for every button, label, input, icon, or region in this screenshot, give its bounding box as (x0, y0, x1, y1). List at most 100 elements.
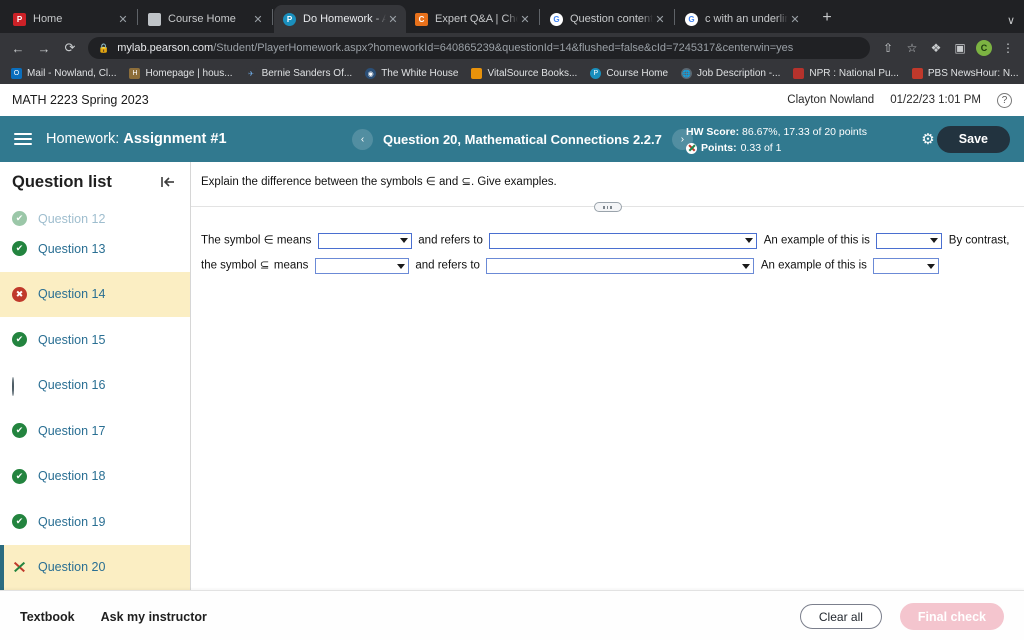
status-badge-correct: ✔ (12, 423, 27, 439)
main-body: Question list ✔ Question 12 ✔ Question 1… (0, 162, 1024, 602)
status-badge-correct: ✔ (12, 211, 27, 226)
tab-divider (674, 8, 675, 25)
browser-chrome: P Home ✕ Course Home ✕ P Do Homework - A… (0, 0, 1024, 84)
tab-label: Home (33, 12, 63, 25)
url-text: mylab.pearson.com/Student/PlayerHomework… (117, 41, 793, 55)
pearson-icon: P (590, 68, 602, 79)
gear-icon[interactable]: ⚙ (918, 129, 938, 149)
side-panel-icon[interactable]: ▣ (950, 38, 970, 58)
help-icon[interactable]: ? (997, 92, 1012, 108)
bookmark-white-house[interactable]: ◉ The White House (360, 68, 463, 80)
points-label: Points: (701, 141, 737, 154)
points-line: Points: 0.33 of 1 (686, 142, 867, 156)
bookmark-bernie-sanders[interactable]: ✈ Bernie Sanders Of... (241, 68, 358, 80)
bookmark-star-icon[interactable]: ☆ (902, 38, 922, 58)
bookmark-homepage-house[interactable]: H Homepage | hous... (124, 68, 237, 80)
reload-button[interactable]: ⟳ (58, 36, 82, 60)
clear-all-button[interactable]: Clear all (799, 604, 882, 629)
dropdown-2[interactable] (489, 232, 758, 249)
dropdown-1[interactable] (317, 232, 412, 249)
sidebar-item-question-17[interactable]: ✔ Question 17 (0, 408, 190, 454)
tab-label: c with an underline - Google (705, 12, 788, 25)
browser-tab-question-content-area[interactable]: G Question content area bottom ✕ (541, 5, 673, 33)
address-bar[interactable]: 🔒 mylab.pearson.com/Student/PlayerHomewo… (88, 37, 870, 59)
sidebar-item-question-14[interactable]: ✖ Question 14 (0, 271, 190, 317)
assignment-title: Homework: Assignment #1 (46, 131, 227, 147)
status-badge-incorrect: ✖ (12, 286, 27, 302)
check-icon: ✔ (12, 468, 27, 484)
dropdown-5[interactable] (486, 258, 755, 275)
share-icon[interactable]: ⇧ (878, 38, 898, 58)
panel-resize-handle[interactable] (593, 202, 622, 212)
avatar[interactable]: C (974, 38, 994, 58)
answer-text-6: and refers to (415, 259, 480, 272)
question-prompt: Explain the difference between the symbo… (201, 176, 557, 188)
close-icon[interactable]: ✕ (653, 12, 667, 26)
answer-text-5: means (273, 259, 309, 272)
pinterest-icon: P (13, 12, 26, 26)
chevron-down-icon (395, 260, 407, 272)
browser-tab-c-with-underline[interactable]: G c with an underline - Google ✕ (676, 5, 808, 33)
previous-question-button[interactable]: ‹ (352, 128, 373, 150)
sidebar-item-question-16[interactable]: Question 16 (0, 363, 190, 409)
textbook-link[interactable]: Textbook (20, 610, 75, 624)
chevron-down-icon (925, 260, 937, 272)
answer-text-2: and refers to (418, 234, 483, 247)
close-icon[interactable]: ✕ (386, 12, 400, 26)
dropdown-6[interactable] (873, 258, 940, 275)
back-button[interactable]: ← (6, 36, 30, 60)
bookmark-mail-nowland[interactable]: O Mail - Nowland, Cl... (6, 68, 121, 80)
bookmark-pbs-newshour[interactable]: PBS NewsHour: N... (907, 68, 1024, 80)
collapse-panel-icon[interactable] (160, 175, 176, 189)
status-badge-correct: ✔ (12, 468, 27, 484)
check-icon: ✔ (12, 241, 27, 257)
browser-omnibar: ← → ⟳ 🔒 mylab.pearson.com/Student/Player… (0, 33, 1024, 63)
browser-tab-course-home[interactable]: Course Home ✕ (139, 5, 271, 33)
close-icon[interactable]: ✕ (251, 12, 265, 26)
dropdown-3[interactable] (876, 232, 943, 249)
browser-tab-chegg[interactable]: C Expert Q&A | Chegg.com ✕ (406, 5, 538, 33)
hamburger-menu-icon[interactable] (14, 133, 32, 145)
sidebar-item-label: Question 18 (38, 469, 106, 484)
sidebar-item-question-19[interactable]: ✔ Question 19 (0, 499, 190, 545)
sidebar-item-question-18[interactable]: ✔ Question 18 (0, 454, 190, 500)
google-icon: G (550, 12, 563, 26)
browser-tab-do-homework[interactable]: P Do Homework - Assignment #1 ✕ (274, 5, 406, 33)
bookmark-job-description[interactable]: 🌐 Job Description -... (676, 68, 785, 80)
close-icon[interactable]: ✕ (116, 12, 130, 26)
bookmark-label: PBS NewsHour: N... (927, 67, 1019, 79)
browser-menu-icon[interactable]: ⋮ (998, 38, 1018, 58)
question-content-area: Explain the difference between the symbo… (191, 162, 1024, 602)
chevron-down-icon (743, 235, 755, 247)
partial-credit-icon (686, 142, 697, 154)
save-button[interactable]: Save (936, 125, 1010, 153)
sidebar-item-question-12[interactable]: ✔ Question 12 (0, 204, 190, 226)
sidebar-item-question-20[interactable]: Question 20 (0, 544, 190, 590)
status-badge-partial (12, 560, 27, 575)
sidebar-item-question-13[interactable]: ✔ Question 13 (0, 226, 190, 272)
close-icon[interactable]: ✕ (788, 12, 802, 26)
new-tab-button[interactable]: + (814, 5, 840, 31)
footer-bar: Textbook Ask my instructor Clear all Fin… (0, 590, 1024, 640)
document-icon (148, 12, 161, 26)
bookmark-vitalsource[interactable]: VitalSource Books... (466, 68, 582, 80)
pearson-icon: P (283, 12, 296, 26)
course-title: MATH 2223 Spring 2023 (12, 93, 149, 107)
forward-button[interactable]: → (32, 36, 56, 60)
extensions-puzzle-icon[interactable]: ❖ (926, 38, 946, 58)
final-check-button[interactable]: Final check (899, 603, 1004, 630)
dropdown-4[interactable] (314, 258, 409, 275)
lock-icon: 🔒 (98, 42, 110, 53)
sidebar-item-label: Question 15 (38, 332, 106, 347)
bookmark-npr[interactable]: NPR : National Pu... (788, 68, 903, 80)
bookmark-course-home[interactable]: P Course Home (585, 68, 673, 80)
status-badge-correct: ✔ (12, 332, 27, 348)
browser-tab-home[interactable]: P Home ✕ (4, 5, 136, 33)
tab-divider (137, 8, 138, 25)
bookmark-label: NPR : National Pu... (809, 67, 899, 79)
ask-my-instructor-link[interactable]: Ask my instructor (101, 610, 207, 624)
sidebar-item-question-15[interactable]: ✔ Question 15 (0, 317, 190, 363)
tab-search-chevron-down-icon[interactable]: ∨ (998, 14, 1024, 27)
close-icon[interactable]: ✕ (518, 12, 532, 26)
sidebar-header: Question list (0, 162, 190, 202)
